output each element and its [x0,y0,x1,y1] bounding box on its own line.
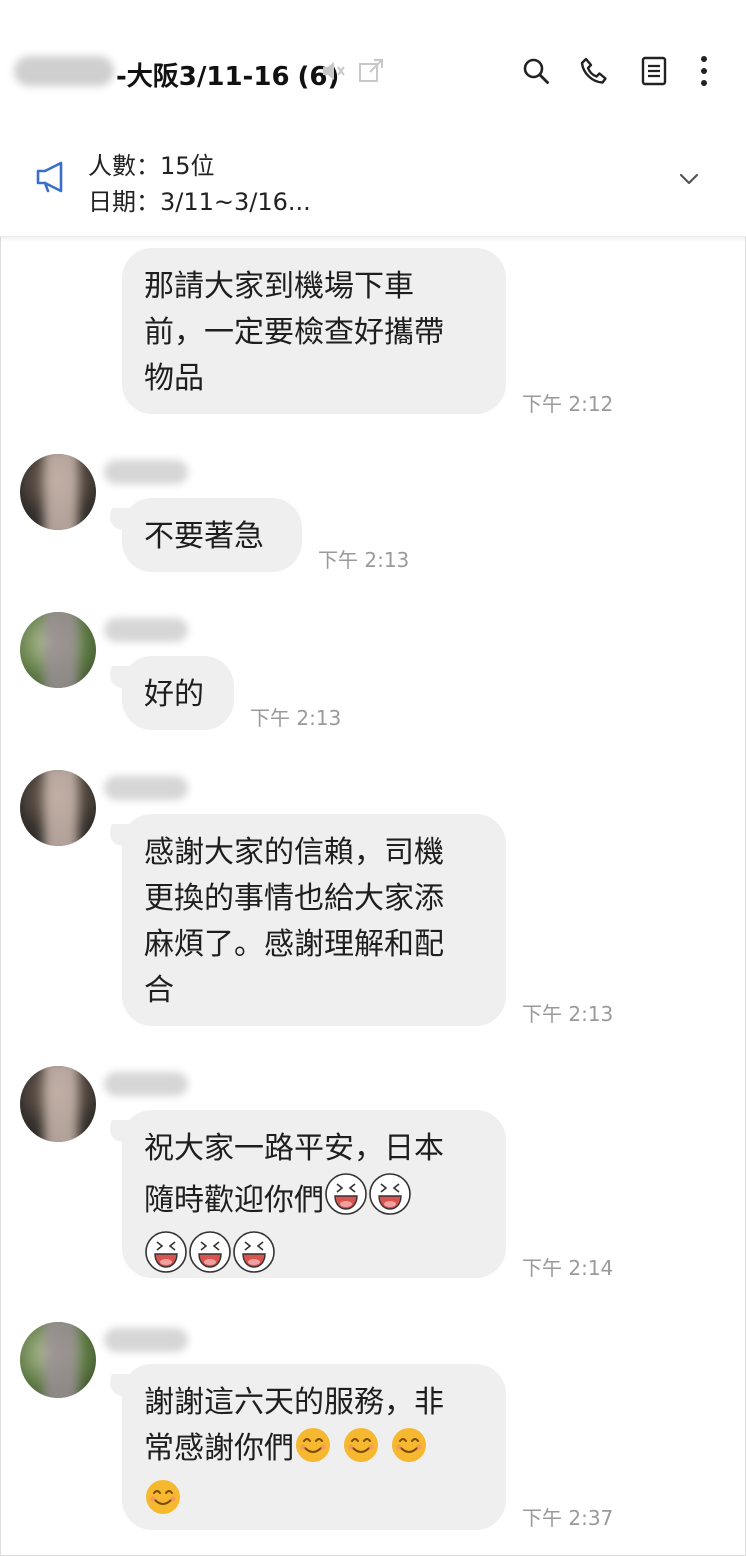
avatar[interactable] [20,770,96,846]
sender-name-redacted [104,776,188,800]
chevron-down-icon[interactable] [676,166,702,192]
message-time: 下午 2:13 [250,706,342,730]
laughing-face-emoji [144,1230,188,1288]
sender-name-redacted [104,1072,188,1096]
notes-icon [641,56,667,86]
message-bubble[interactable]: 祝大家一路平安，日本 隨時歡迎你們 [122,1110,506,1278]
sender-name-redacted [104,460,188,484]
message-text: 合 [144,973,174,1008]
message-text: 前，一定要檢查好攜帶 [144,315,444,350]
message-text: 那請大家到機場下車 [144,269,414,304]
message-time: 下午 2:13 [318,548,410,572]
message-text: 隨時歡迎你們 [144,1183,324,1218]
search-icon [523,58,549,84]
message-bubble[interactable]: 不要著急 [122,498,302,572]
avatar[interactable] [20,1322,96,1398]
message-time: 下午 2:37 [522,1506,614,1530]
message-text: 不要著急 [144,519,264,554]
more-button[interactable] [686,52,722,90]
title-redacted [14,56,114,86]
smiling-face-emoji [294,1426,332,1478]
message-text: 更換的事情也給大家添 [144,881,444,916]
phone-icon [580,57,607,84]
message-text: 謝謝這六天的服務，非 [144,1385,444,1420]
smiling-face-emoji [390,1426,428,1478]
message-text: 麻煩了。感謝理解和配 [144,927,444,962]
speaker-muted-icon[interactable] [320,58,346,84]
avatar[interactable] [20,454,96,530]
notes-button[interactable] [636,52,672,90]
popout-icon[interactable] [358,58,384,84]
message-text: 祝大家一路平安，日本 [144,1131,444,1166]
message-time: 下午 2:14 [522,1256,614,1280]
laughing-face-emoji [188,1230,232,1288]
message-text: 常感謝你們 [144,1431,294,1466]
message-text: 好的 [144,677,204,712]
avatar[interactable] [20,612,96,688]
message-bubble[interactable]: 好的 [122,656,234,730]
sender-name-redacted [104,618,188,642]
smiling-face-emoji [144,1478,182,1530]
message-text: 物品 [144,361,204,396]
chat-title: -大阪3/11-16 (6) [116,56,339,93]
laughing-face-emoji [232,1230,276,1288]
announcement-line-1: 人數：15位 [88,152,215,180]
call-button[interactable] [576,52,612,90]
sender-name-redacted [104,1328,188,1352]
smiling-face-emoji [342,1426,380,1478]
message-bubble[interactable]: 謝謝這六天的服務，非 常感謝你們 [122,1364,506,1530]
chat-header: -大阪3/11-16 (6) [0,0,746,140]
message-bubble[interactable]: 那請大家到機場下車 前，一定要檢查好攜帶 物品 [122,248,506,414]
message-time: 下午 2:13 [522,1002,614,1026]
announcement-line-2: 日期：3/11~3/16... [88,188,311,216]
more-vertical-icon [701,56,707,86]
megaphone-icon [36,161,63,193]
chat-title-text: -大阪3/11-16 [116,62,290,92]
avatar[interactable] [20,1066,96,1142]
search-button[interactable] [518,52,554,90]
laughing-face-emoji [368,1172,412,1230]
message-bubble[interactable]: 感謝大家的信賴，司機 更換的事情也給大家添 麻煩了。感謝理解和配 合 [122,814,506,1026]
message-time: 下午 2:12 [522,392,614,416]
laughing-face-emoji [324,1172,368,1230]
message-text: 感謝大家的信賴，司機 [144,835,444,870]
